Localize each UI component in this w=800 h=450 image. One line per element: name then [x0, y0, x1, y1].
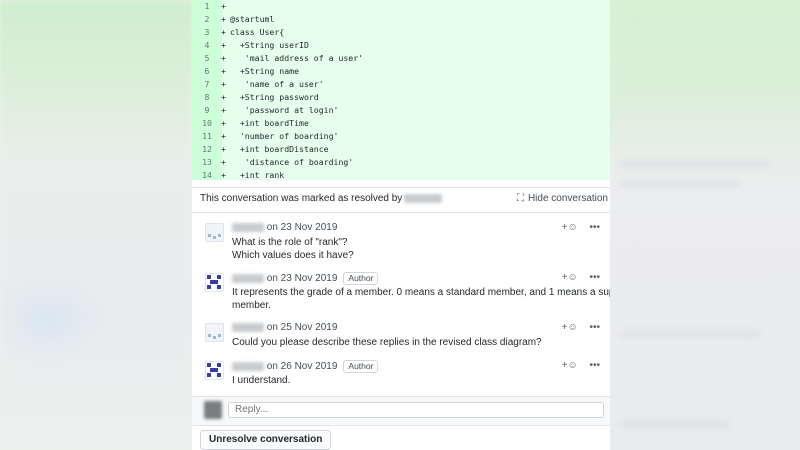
diff-line: 12 + +int boardDistance	[192, 143, 610, 156]
unresolve-conversation-button[interactable]: Unresolve conversation	[200, 430, 332, 450]
more-options-icon[interactable]: •••	[589, 272, 600, 283]
diff-added-marker: +	[221, 14, 226, 24]
comment-date[interactable]: on 25 Nov 2019	[267, 322, 338, 333]
resolved-banner: This conversation was marked as resolved…	[192, 187, 610, 213]
code-text: class User{	[230, 27, 285, 37]
diff-added-marker: +	[221, 144, 226, 154]
comment-actions: +☺ •••	[562, 272, 600, 284]
hide-conversation-button[interactable]: ⛶ Hide conversation	[517, 193, 608, 204]
line-number[interactable]: 6	[192, 65, 222, 78]
diff-added-marker: +	[221, 92, 226, 102]
diff-line: 8 + +String password	[192, 91, 610, 104]
comment-actions: +☺ •••	[562, 322, 600, 334]
diff-added-marker: +	[221, 105, 226, 115]
add-reaction-icon[interactable]: +☺	[562, 222, 578, 233]
code-text: +String name	[230, 66, 300, 76]
resolver-name-redacted: x	[404, 193, 443, 203]
avatar[interactable]	[205, 361, 224, 380]
line-number[interactable]: 8	[192, 91, 222, 104]
conversation-thread: This conversation was marked as resolved…	[192, 180, 610, 450]
line-number[interactable]: 2	[192, 13, 222, 26]
diff-added-marker: +	[221, 66, 226, 76]
diff-added-marker: +	[221, 27, 226, 37]
diff-line: 10 + +int boardTime	[192, 117, 610, 130]
avatar[interactable]	[205, 273, 224, 292]
diff-added-marker: +	[221, 79, 226, 89]
diff-added-marker: +	[221, 40, 226, 50]
comment-actions: +☺ •••	[562, 222, 600, 234]
diff-code-block: 1 +2 + @startuml 3 + class User{4 + +String use…	[192, 0, 610, 182]
resolved-text: This conversation was marked as resolved…	[200, 193, 443, 204]
line-number[interactable]: 11	[192, 130, 222, 143]
comment-body: What is the role of "rank"? Which values…	[232, 237, 354, 261]
diff-line: 4 + +String userID	[192, 39, 610, 52]
more-options-icon[interactable]: •••	[589, 360, 600, 371]
diff-added-marker: +	[221, 118, 226, 128]
more-options-icon[interactable]: •••	[589, 222, 600, 233]
review-panel: 1 +2 + @startuml 3 + class User{4 + +String use…	[192, 0, 610, 450]
code-text: +int boardTime	[230, 118, 309, 128]
comment-body: Could you please describe these replies …	[232, 337, 542, 348]
diff-added-marker: +	[221, 131, 226, 141]
add-reaction-icon[interactable]: +☺	[562, 360, 578, 371]
comment-meta: x on 23 Nov 2019 Author	[232, 272, 379, 285]
author-badge: Author	[343, 272, 379, 285]
diff-added-marker: +	[221, 53, 226, 63]
reply-row	[192, 396, 610, 426]
diff-line: 3 + class User{	[192, 26, 610, 39]
comment-meta: x on 25 Nov 2019	[232, 322, 337, 334]
diff-line: 11 + 'number of boarding'	[192, 130, 610, 143]
code-text: +String userID	[230, 40, 309, 50]
diff-added-marker: +	[221, 1, 226, 11]
comment-date[interactable]: on 23 Nov 2019	[267, 222, 338, 233]
line-number[interactable]: 4	[192, 39, 222, 52]
comment-actions: +☺ •••	[562, 360, 600, 372]
diff-line: 6 + +String name	[192, 65, 610, 78]
comment-body: I understand.	[232, 375, 291, 386]
fold-icon: ⛶	[516, 193, 524, 204]
comment-meta: x on 23 Nov 2019	[232, 222, 337, 234]
diff-line: 9 + 'password at login'	[192, 104, 610, 117]
line-number[interactable]: 3	[192, 26, 222, 39]
diff-line: 2 + @startuml	[192, 13, 610, 26]
code-text: 'name of a user'	[230, 79, 324, 89]
avatar[interactable]	[205, 323, 224, 342]
code-text: 'number of boarding'	[230, 131, 339, 141]
add-reaction-icon[interactable]: +☺	[562, 322, 578, 333]
background-right-blurred	[610, 0, 800, 450]
comment-meta: x on 26 Nov 2019 Author	[232, 360, 379, 373]
line-number[interactable]: 10	[192, 117, 222, 130]
comment-body: It represents the grade of a member. 0 m…	[232, 287, 610, 311]
diff-line: 13 + 'distance of boarding'	[192, 156, 610, 169]
author-name-redacted[interactable]: x	[232, 322, 264, 332]
code-text: +String password	[230, 92, 319, 102]
avatar[interactable]	[205, 223, 224, 242]
code-text: 'distance of boarding'	[230, 157, 354, 167]
diff-line: 5 + 'mail address of a user'	[192, 52, 610, 65]
code-text: 'password at login'	[230, 105, 339, 115]
more-options-icon[interactable]: •••	[589, 322, 600, 333]
diff-line: 7 + 'name of a user'	[192, 78, 610, 91]
diff-line: 1 +	[192, 0, 610, 13]
code-text: @startuml	[230, 14, 275, 24]
diff-added-marker: +	[221, 157, 226, 167]
line-number[interactable]: 9	[192, 104, 222, 117]
code-text: 'mail address of a user'	[230, 53, 364, 63]
author-name-redacted[interactable]: x	[232, 273, 264, 283]
line-number[interactable]: 12	[192, 143, 222, 156]
line-number[interactable]: 7	[192, 78, 222, 91]
author-name-redacted[interactable]: x	[232, 222, 264, 232]
line-number[interactable]: 13	[192, 156, 222, 169]
reply-input[interactable]	[228, 402, 604, 418]
line-number[interactable]: 1	[192, 0, 222, 13]
background-left-blurred	[0, 0, 192, 450]
author-name-redacted[interactable]: x	[232, 361, 264, 371]
code-text: +int boardDistance	[230, 144, 329, 154]
line-number[interactable]: 5	[192, 52, 222, 65]
comment-date[interactable]: on 26 Nov 2019	[267, 361, 338, 372]
add-reaction-icon[interactable]: +☺	[562, 272, 578, 283]
comment-date[interactable]: on 23 Nov 2019	[267, 273, 338, 284]
author-badge: Author	[343, 360, 379, 373]
current-user-avatar	[204, 401, 222, 419]
